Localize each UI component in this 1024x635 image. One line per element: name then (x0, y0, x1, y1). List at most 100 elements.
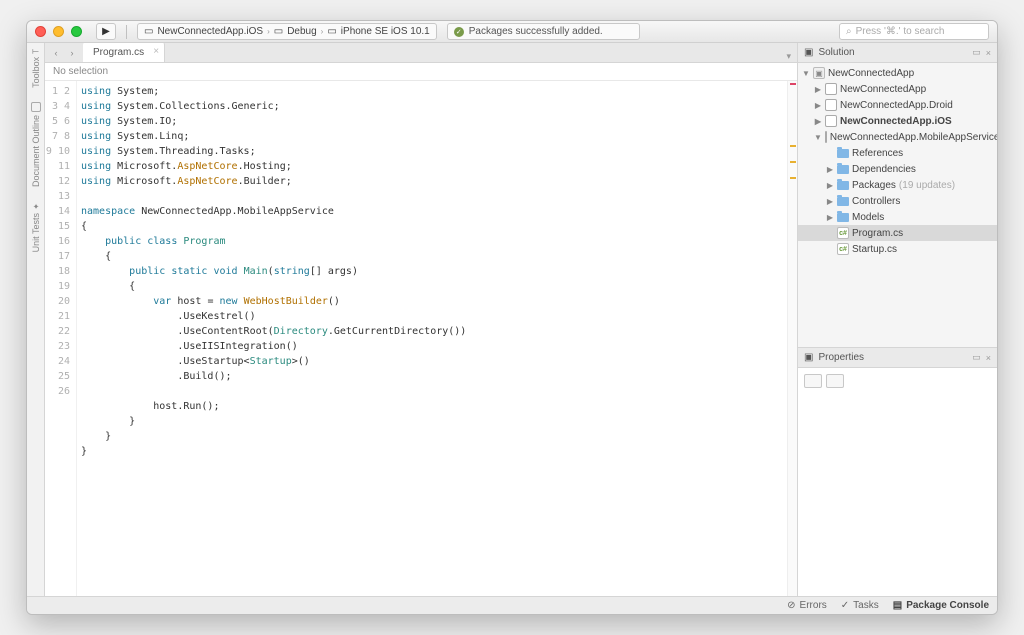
tree-item-references[interactable]: References (798, 145, 997, 161)
document-outline-tab[interactable]: Document Outline (31, 102, 41, 187)
properties-panel: ▣ Properties ▭ × (798, 347, 997, 596)
panel-close-button[interactable]: × (986, 353, 991, 363)
statusbar: ⊘Errors ✓Tasks ▤Package Console (27, 596, 997, 614)
tab-program-cs[interactable]: Program.cs × (83, 43, 165, 62)
marker-rail (787, 81, 797, 596)
ti-fold-icon (837, 149, 849, 158)
tree-label: NewConnectedApp (840, 84, 926, 95)
tree-label: Dependencies (852, 164, 916, 175)
config-icon: ▭ (274, 26, 283, 37)
unit-tests-tab[interactable]: Unit Tests✦ (31, 201, 41, 252)
code-content[interactable]: using System; using System.Collections.G… (77, 81, 787, 596)
panel-options-button[interactable]: ▭ (972, 47, 981, 58)
properties-panel-header: ▣ Properties ▭ × (798, 348, 997, 368)
tasks-button[interactable]: ✓Tasks (841, 600, 879, 611)
project-icon: ▭ (144, 26, 153, 37)
console-icon: ▤ (893, 600, 902, 611)
tree-label: Models (852, 212, 884, 223)
toolbox-tab[interactable]: ToolboxT (31, 49, 41, 88)
tree-label: Program.cs (852, 228, 903, 239)
tree-label: NewConnectedApp.iOS (840, 116, 952, 127)
check-icon: ✓ (841, 600, 849, 611)
disclosure-icon[interactable] (814, 85, 822, 94)
tree-label: References (852, 148, 903, 159)
tree-label: NewConnectedApp (828, 68, 914, 79)
code-editor[interactable]: 1 2 3 4 5 6 7 8 9 10 11 12 13 14 15 16 1… (45, 81, 797, 596)
solution-tree[interactable]: ▣NewConnectedAppNewConnectedAppNewConnec… (798, 63, 997, 347)
maximize-window-button[interactable] (71, 26, 82, 37)
left-rail: ToolboxT Document Outline Unit Tests✦ (27, 43, 45, 596)
tree-item-startup-cs[interactable]: c#Startup.cs (798, 241, 997, 257)
tree-label: Startup.cs (852, 244, 897, 255)
disclosure-icon[interactable] (826, 181, 834, 190)
tree-item-newconnectedapp[interactable]: ▣NewConnectedApp (798, 65, 997, 81)
status-pill: ✓ Packages successfully added. (447, 23, 640, 40)
props-view-1-button[interactable] (804, 374, 822, 388)
right-panel: ▣ Solution ▭ × ▣NewConnectedAppNewConnec… (797, 43, 997, 596)
tree-item-dependencies[interactable]: Dependencies (798, 161, 997, 177)
tests-icon: ✦ (31, 201, 40, 210)
ti-fold-icon (837, 181, 849, 190)
run-controls: ▶ (96, 23, 116, 40)
disclosure-icon[interactable] (802, 69, 810, 78)
ti-cs-icon: c# (837, 243, 849, 255)
tree-item-models[interactable]: Models (798, 209, 997, 225)
search-icon: ⌕ (846, 26, 852, 37)
tree-item-newconnectedapp-droid[interactable]: NewConnectedApp.Droid (798, 97, 997, 113)
titlebar: ▶ ▭ NewConnectedApp.iOS › ▭ Debug › ▭ iP… (27, 21, 997, 43)
tab-strip: ‹ › Program.cs × ▾ (45, 43, 797, 63)
ti-proj-icon (825, 131, 827, 143)
nav-back-button[interactable]: ‹ (49, 46, 63, 60)
disclosure-icon[interactable] (814, 101, 822, 110)
disclosure-icon[interactable] (814, 133, 822, 142)
ti-proj-icon (825, 99, 837, 111)
tree-item-newconnectedapp-mobileappservice[interactable]: NewConnectedApp.MobileAppService (798, 129, 997, 145)
tab-label: Program.cs (93, 47, 144, 58)
toolbox-icon: T (31, 49, 40, 54)
ti-sol-icon: ▣ (813, 67, 825, 79)
tree-item-newconnectedapp[interactable]: NewConnectedApp (798, 81, 997, 97)
tree-item-newconnectedapp-ios[interactable]: NewConnectedApp.iOS (798, 113, 997, 129)
separator (126, 25, 127, 39)
close-window-button[interactable] (35, 26, 46, 37)
chevron-right-icon: › (267, 27, 270, 36)
run-button[interactable]: ▶ (96, 23, 116, 40)
disclosure-icon[interactable] (826, 213, 834, 222)
error-icon: ⊘ (787, 600, 795, 611)
package-console-button[interactable]: ▤Package Console (893, 600, 989, 611)
minimize-window-button[interactable] (53, 26, 64, 37)
tree-label: NewConnectedApp.Droid (840, 100, 953, 111)
disclosure-icon[interactable] (814, 117, 822, 126)
line-gutter: 1 2 3 4 5 6 7 8 9 10 11 12 13 14 15 16 1… (45, 81, 77, 596)
close-icon[interactable]: × (153, 46, 159, 57)
disclosure-icon[interactable] (826, 165, 834, 174)
ti-fold-icon (837, 197, 849, 206)
disclosure-icon[interactable] (826, 197, 834, 206)
tree-label: Controllers (852, 196, 900, 207)
breadcrumb[interactable]: No selection (45, 63, 797, 81)
device-icon: ▭ (327, 26, 336, 37)
search-placeholder: Press '⌘.' to search (856, 26, 945, 37)
tree-item-controllers[interactable]: Controllers (798, 193, 997, 209)
ti-fold-icon (837, 165, 849, 174)
ti-fold-icon (837, 213, 849, 222)
project-selector[interactable]: ▭ NewConnectedApp.iOS › ▭ Debug › ▭ iPho… (137, 23, 437, 40)
solution-panel-header: ▣ Solution ▭ × (798, 43, 997, 63)
tree-item-program-cs[interactable]: c#Program.cs (798, 225, 997, 241)
search-input[interactable]: ⌕ Press '⌘.' to search (839, 23, 989, 40)
tree-label: Packages (852, 180, 896, 191)
panel-close-button[interactable]: × (986, 48, 991, 58)
chevron-right-icon: › (321, 27, 324, 36)
props-view-2-button[interactable] (826, 374, 844, 388)
errors-button[interactable]: ⊘Errors (787, 600, 827, 611)
panel-title: Solution (818, 47, 854, 58)
properties-body (798, 368, 997, 596)
status-text: Packages successfully added. (469, 26, 603, 37)
tree-item-packages[interactable]: Packages (19 updates) (798, 177, 997, 193)
breadcrumb-text: No selection (53, 66, 108, 77)
tab-overflow-button[interactable]: ▾ (780, 51, 797, 62)
app-window: ▶ ▭ NewConnectedApp.iOS › ▭ Debug › ▭ iP… (26, 20, 998, 615)
device-name: iPhone SE iOS 10.1 (341, 26, 430, 37)
panel-options-button[interactable]: ▭ (972, 352, 981, 363)
nav-forward-button[interactable]: › (65, 46, 79, 60)
